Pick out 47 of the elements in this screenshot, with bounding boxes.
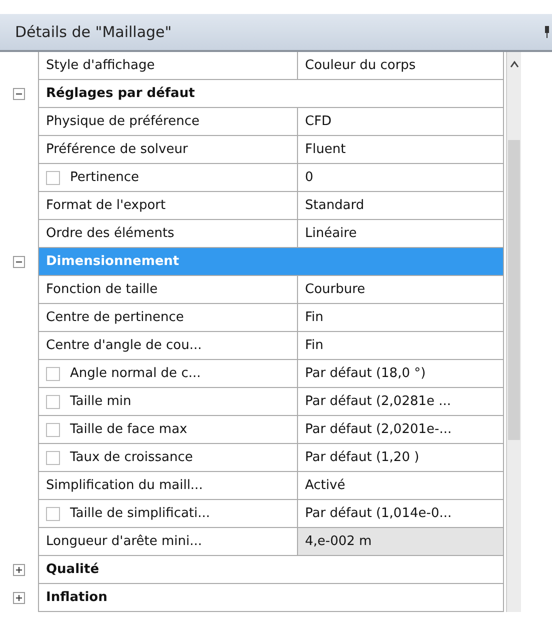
- expand-icon[interactable]: [13, 564, 25, 576]
- collapse-icon[interactable]: [13, 88, 25, 100]
- property-name: Taille min: [70, 394, 132, 409]
- checkbox[interactable]: [46, 422, 60, 436]
- checkbox[interactable]: [46, 450, 60, 464]
- property-name: Simplification du maill...: [46, 478, 203, 493]
- property-name: Physique de préférence: [46, 114, 200, 129]
- checkbox[interactable]: [46, 394, 60, 408]
- property-value[interactable]: Courbure: [298, 276, 504, 304]
- property-name: Longueur d'arête mini...: [46, 534, 202, 549]
- property-value[interactable]: Fin: [298, 304, 504, 332]
- property-name: Style d'affichage: [46, 58, 155, 73]
- property-name: Pertinence: [70, 170, 140, 185]
- property-value[interactable]: Par défaut (1,20 ): [298, 444, 504, 472]
- property-value[interactable]: 4,e-002 m: [298, 528, 504, 556]
- scroll-up-icon[interactable]: [510, 60, 518, 68]
- property-name: Ordre des éléments: [46, 226, 174, 241]
- property-value[interactable]: Par défaut (18,0 °): [298, 360, 504, 388]
- property-value[interactable]: Fluent: [298, 136, 504, 164]
- property-name: Taille de simplificati...: [70, 506, 210, 521]
- checkbox[interactable]: [46, 366, 60, 380]
- property-value[interactable]: Fin: [298, 332, 504, 360]
- expand-icon[interactable]: [13, 592, 25, 604]
- group-header[interactable]: Qualité: [38, 556, 504, 584]
- property-name: Centre d'angle de cou...: [46, 338, 202, 353]
- checkbox[interactable]: [46, 506, 60, 520]
- group-header[interactable]: Réglages par défaut: [38, 80, 504, 108]
- property-name: Fonction de taille: [46, 282, 158, 297]
- pin-icon[interactable]: [544, 26, 550, 38]
- property-name: Format de l'export: [46, 198, 166, 213]
- property-name: Taille de face max: [70, 422, 188, 437]
- property-name: Préférence de solveur: [46, 142, 188, 157]
- property-value[interactable]: Standard: [298, 192, 504, 220]
- panel-title: Détails de "Maillage": [14, 23, 172, 41]
- property-name: Angle normal de c...: [70, 366, 201, 381]
- group-header[interactable]: Inflation: [38, 584, 504, 612]
- scrollbar[interactable]: [506, 52, 521, 612]
- property-value[interactable]: Activé: [298, 472, 504, 500]
- property-name: Centre de pertinence: [46, 310, 184, 325]
- property-value[interactable]: Par défaut (2,0201e-...: [298, 416, 504, 444]
- property-value[interactable]: Couleur du corps: [298, 52, 504, 80]
- property-value[interactable]: Par défaut (2,0281e ...: [298, 388, 504, 416]
- collapse-icon[interactable]: [13, 256, 25, 268]
- checkbox[interactable]: [46, 170, 60, 184]
- property-value[interactable]: 0: [298, 164, 504, 192]
- property-value[interactable]: CFD: [298, 108, 504, 136]
- property-name: Taux de croissance: [70, 450, 193, 465]
